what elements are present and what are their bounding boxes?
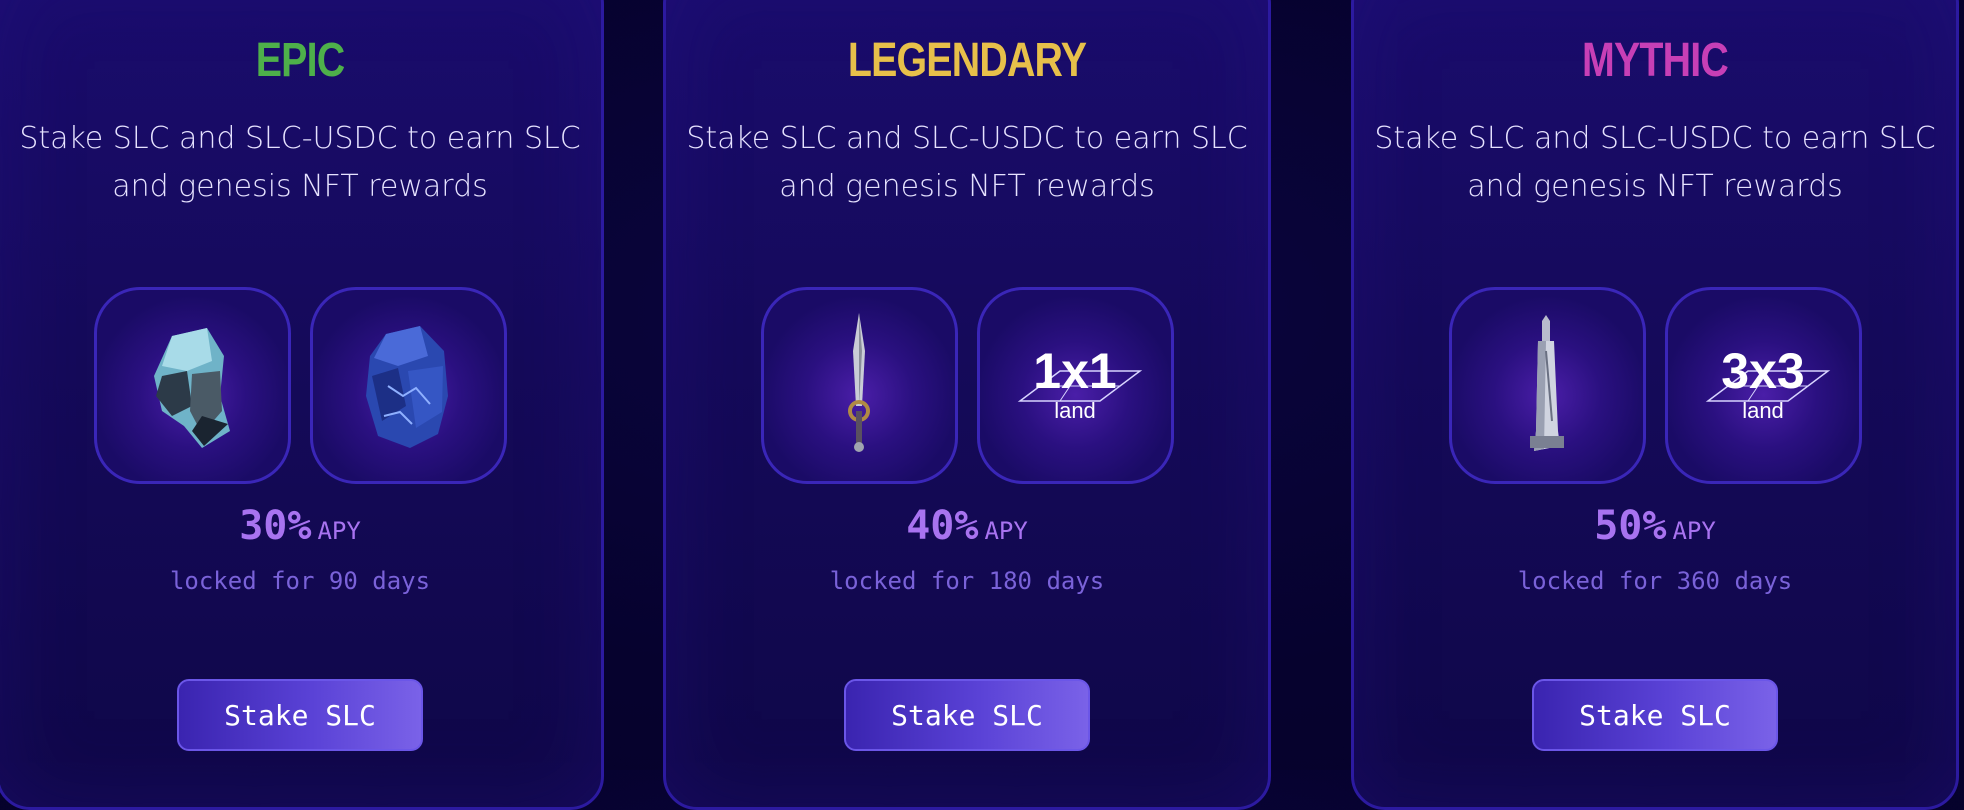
apy-value: 40%	[906, 503, 979, 549]
reward-tiles	[0, 287, 601, 484]
apy-value: 30%	[239, 503, 312, 549]
apy-row: 40% APY	[666, 503, 1268, 549]
apy-row: 30% APY	[0, 503, 601, 549]
apy-value: 50%	[1594, 503, 1667, 549]
stake-slc-button[interactable]: Stake SLC	[1532, 679, 1778, 751]
land-label: land	[1742, 398, 1784, 423]
land-label: land	[1054, 398, 1096, 423]
card-description: Stake SLC and SLC-USDC to earn SLC and g…	[19, 121, 581, 204]
sword-icon	[848, 312, 870, 452]
reward-tile	[309, 287, 507, 484]
stake-slc-button[interactable]: Stake SLC	[844, 679, 1090, 751]
land-size-label: 3x3	[1721, 343, 1804, 399]
tier-title: LEGENDARY	[847, 34, 1087, 87]
reward-tile: 3x3 land	[1664, 287, 1862, 484]
reward-tiles: 3x3 land	[1354, 287, 1956, 484]
tier-title: EPIC	[255, 34, 345, 87]
staking-card-legendary: LEGENDARY Stake SLC and SLC-USDC to earn…	[663, 0, 1271, 810]
card-description: Stake SLC and SLC-USDC to earn SLC and g…	[686, 121, 1248, 204]
land-size-label: 1x1	[1033, 343, 1116, 399]
apy-row: 50% APY	[1354, 503, 1956, 549]
reward-tile	[760, 287, 958, 484]
stake-slc-button[interactable]: Stake SLC	[177, 679, 423, 751]
tower-icon	[1530, 314, 1564, 451]
land-plot-icon: 3x3 land	[1705, 343, 1831, 423]
crystal-rock-icon	[154, 327, 230, 448]
lock-period: locked for 90 days	[169, 567, 431, 595]
staking-card-mythic: MYTHIC Stake SLC and SLC-USDC to earn SL…	[1351, 0, 1959, 810]
lock-period: locked for 360 days	[1517, 567, 1793, 595]
blue-ore-icon	[366, 325, 448, 448]
staking-card-epic: EPIC Stake SLC and SLC-USDC to earn SLC …	[0, 0, 604, 810]
reward-tile: 1x1 land	[976, 287, 1174, 484]
reward-tiles: 1x1 land	[666, 287, 1268, 484]
apy-label: APY	[317, 517, 361, 545]
land-plot-icon: 1x1 land	[1017, 343, 1143, 423]
reward-tile	[1448, 287, 1646, 484]
card-description: Stake SLC and SLC-USDC to earn SLC and g…	[1374, 121, 1936, 204]
lock-period: locked for 180 days	[829, 567, 1105, 595]
apy-label: APY	[984, 517, 1028, 545]
apy-label: APY	[1672, 517, 1716, 545]
tier-title: MYTHIC	[1582, 34, 1729, 87]
reward-tile	[93, 287, 291, 484]
